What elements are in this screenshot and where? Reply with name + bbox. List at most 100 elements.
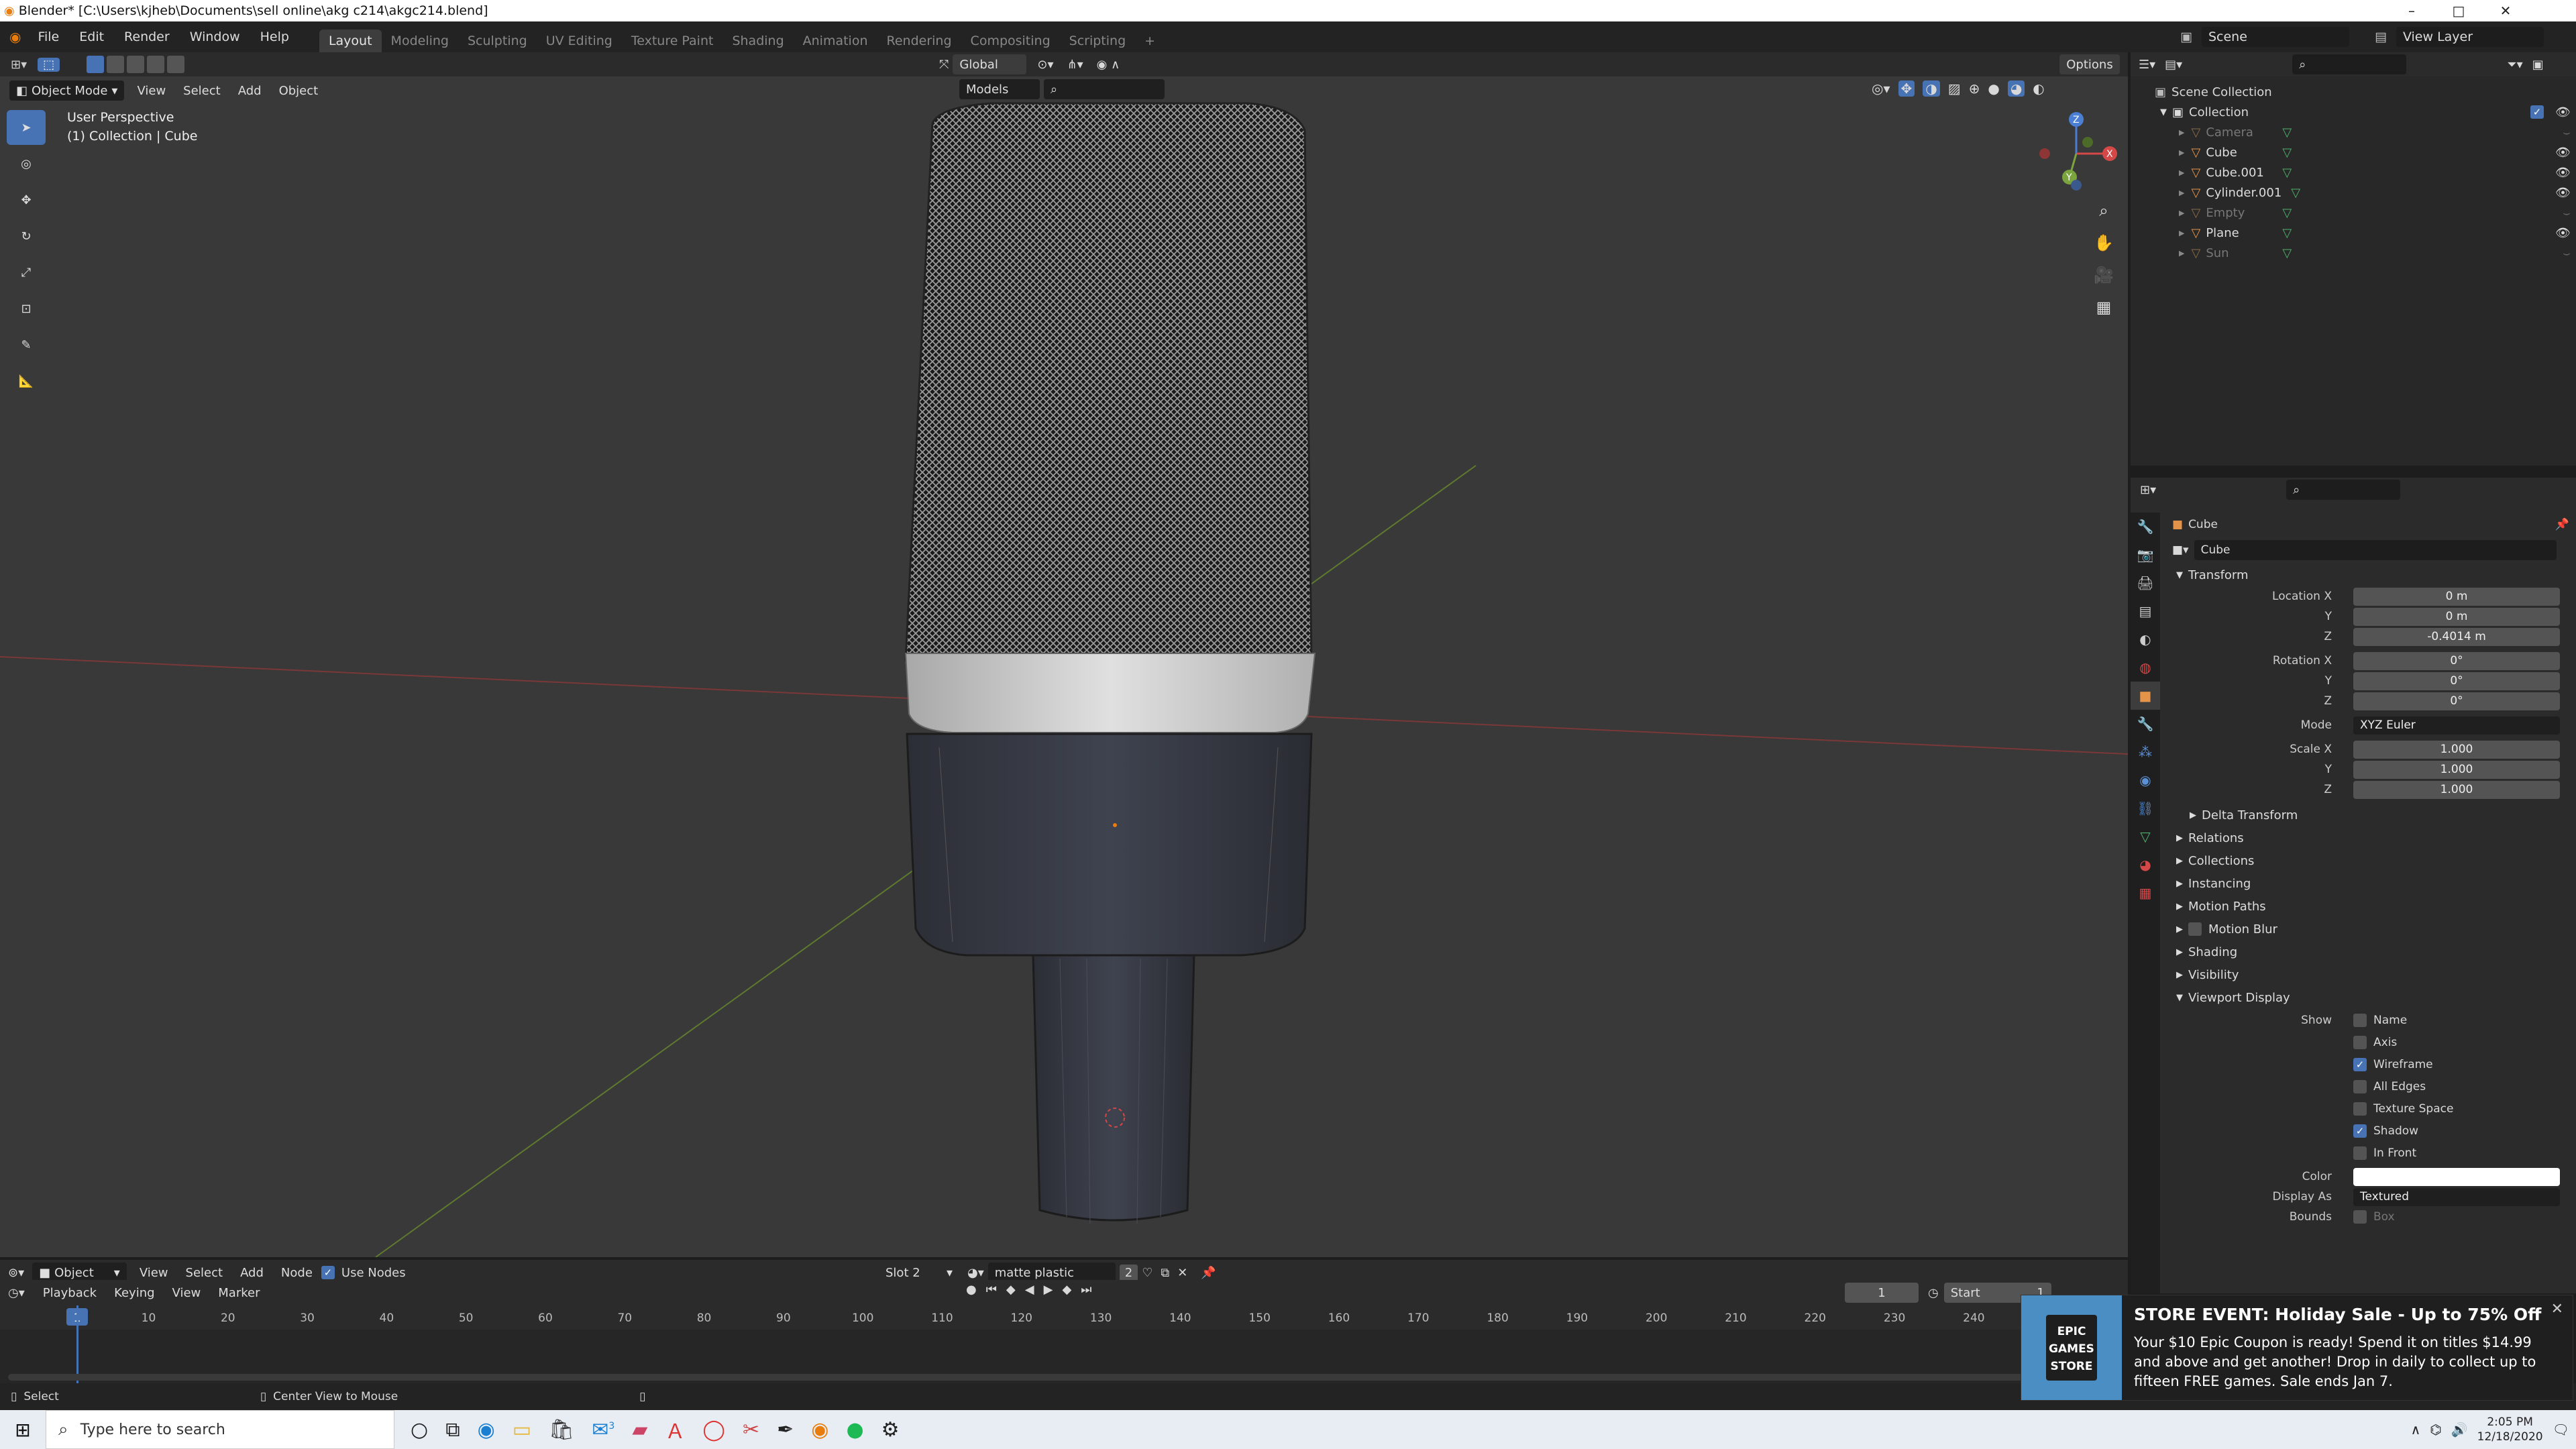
show-wireframe-checkbox[interactable]: ✓ [2353,1057,2367,1071]
paint-icon[interactable]: ▰ [632,1418,647,1442]
location-z-field[interactable]: -0.4014 m [2353,627,2560,646]
fake-user-icon[interactable]: ♡ [1142,1266,1152,1280]
clock-icon[interactable]: ◷ [1928,1286,1939,1300]
close-button[interactable]: ✕ [2482,0,2529,21]
rotate-tool-icon[interactable]: ↻ [7,219,46,254]
outliner-item-camera[interactable]: ▶ ▽ Camera ▽ ⌣ [2131,122,2576,142]
shader-menu-add[interactable]: Add [231,1266,272,1280]
store-icon[interactable]: 🛍 [549,1418,574,1442]
duplicate-material-icon[interactable]: ⧉ [1161,1266,1169,1280]
panel-visibility[interactable]: ▶ Visibility [2165,963,2573,986]
viewport-search-field[interactable]: ⌕ [1044,79,1165,99]
proportional-edit-icon[interactable]: ◉ ∧ [1097,58,1120,72]
selection-mode-buttons[interactable] [87,56,185,73]
select-subtract-icon[interactable] [127,56,145,73]
timeline-menu-view[interactable]: View [164,1286,210,1300]
models-dropdown[interactable]: Models [959,79,1040,99]
show-shadow-checkbox[interactable]: ✓ [2353,1124,2367,1138]
opera-icon[interactable]: ◯ [702,1418,725,1442]
start-button-icon[interactable]: ⊞ [0,1410,46,1449]
maximize-button[interactable]: □ [2435,0,2482,21]
select-intersect-icon[interactable] [167,56,185,73]
cortana-icon[interactable]: ○ [411,1418,428,1442]
object-name-field[interactable]: Cube [2194,540,2557,560]
location-y-field[interactable]: 0 m [2353,607,2560,626]
outliner-item-plane[interactable]: ▶ ▽ Plane ▽ 👁 [2131,223,2576,243]
output-tab-icon[interactable]: 🖨 [2131,569,2160,597]
show-in-front-checkbox[interactable] [2353,1146,2367,1160]
auto-keying-icon[interactable]: ● [966,1283,977,1297]
object-tab-icon[interactable]: ■ [2131,682,2160,710]
shader-editor-icon[interactable]: ⊚▾ [0,1266,32,1280]
show-all-edges-checkbox[interactable] [2353,1079,2367,1093]
select-box-tool-icon[interactable]: ⬚ [38,57,60,72]
outliner-item-empty[interactable]: ▶ ▽ Empty ▽ ⌣ [2131,203,2576,223]
show-name-checkbox[interactable] [2353,1013,2367,1027]
properties-search-field[interactable]: ⌕ [2286,480,2401,500]
eye-closed-icon[interactable]: ⌣ [2563,246,2571,260]
measure-tool-icon[interactable]: 📐 [7,364,46,398]
outliner-item-sun[interactable]: ▶ ▽ Sun ▽ ⌣ [2131,243,2576,263]
visibility-icon[interactable]: ◎▾ [1872,80,1890,97]
collapse-arrow-icon[interactable]: ▶ [2179,189,2184,197]
clock[interactable]: 2:05 PM 12/18/2020 [2477,1415,2543,1444]
scene-selector[interactable]: ▣ Scene [2180,27,2353,47]
tray-overflow-icon[interactable]: ∧ [2411,1421,2421,1438]
mode-dropdown[interactable]: ◧ Object Mode ▾ [9,80,125,101]
pen-app-icon[interactable]: ✒ [777,1418,794,1442]
viewport-menu-add[interactable]: Add [229,84,270,98]
pin-icon[interactable]: 📌 [1201,1266,1216,1280]
tab-sculpting[interactable]: Sculpting [458,30,537,52]
pan-hand-icon[interactable]: ✋ [2088,227,2120,259]
material-icon[interactable]: ◕▾ [967,1266,984,1280]
panel-collections[interactable]: ▶ Collections [2165,849,2573,872]
collapse-arrow-icon[interactable]: ▶ [2179,128,2184,137]
shader-menu-view[interactable]: View [131,1266,177,1280]
data-tab-icon[interactable]: ▽ [2131,822,2160,851]
tab-rendering[interactable]: Rendering [877,30,961,52]
view-layer-tab-icon[interactable]: ▤ [2131,597,2160,625]
view-layer-selector[interactable]: ▤ View Layer [2375,27,2548,47]
tab-texture-paint[interactable]: Texture Paint [622,30,723,52]
outliner-search-field[interactable]: ⌕ [2292,54,2407,74]
display-as-dropdown[interactable]: Textured [2353,1187,2560,1206]
tab-compositing[interactable]: Compositing [961,30,1060,52]
object-type-icon[interactable]: ■▾ [2172,543,2189,557]
unlink-material-icon[interactable]: ✕ [1177,1266,1187,1280]
volume-icon[interactable]: 🔊 [2451,1421,2468,1438]
timeline-scrollbar[interactable] [8,1374,2047,1381]
outliner-item-cylinder-001[interactable]: ▶ ▽ Cylinder.001 ▽ 👁 [2131,182,2576,203]
annotate-tool-icon[interactable]: ✎ [7,327,46,362]
select-invert-icon[interactable] [147,56,165,73]
microphone-handle[interactable] [1032,954,1195,1224]
select-extend-icon[interactable] [107,56,125,73]
menu-window[interactable]: Window [180,30,250,44]
scale-x-field[interactable]: 1.000 [2353,740,2560,759]
world-tab-icon[interactable]: ◍ [2131,653,2160,682]
navigation-gizmo[interactable]: Z X Y [2033,110,2120,197]
blender-taskbar-icon[interactable]: ◉ [811,1418,828,1442]
transform-panel-header[interactable]: ▼ Transform [2165,564,2573,586]
tab-layout[interactable]: Layout [319,30,382,52]
filter-icon[interactable]: ⏷▾ [2507,58,2522,72]
rotation-z-field[interactable]: 0° [2353,692,2560,710]
outliner-editor-icon[interactable]: ☰▾ [2139,58,2155,72]
eye-icon[interactable]: 👁 [2555,166,2571,180]
viewport-menu-view[interactable]: View [128,84,174,98]
solid-shading-icon[interactable]: ● [1988,80,1999,97]
spotify-icon[interactable]: ● [846,1418,863,1442]
timeline-menu-playback[interactable]: Playback [34,1286,105,1300]
texture-tab-icon[interactable]: ▦ [2131,879,2160,907]
viewport-menu-object[interactable]: Object [270,84,327,98]
snip-icon[interactable]: ✂ [743,1418,759,1442]
display-color-swatch[interactable] [2353,1167,2560,1186]
wireframe-shading-icon[interactable]: ⊕ [1969,80,1980,97]
delta-transform-header[interactable]: ▶ Delta Transform [2165,804,2573,826]
add-workspace-button[interactable]: + [1135,30,1165,52]
eye-closed-icon[interactable]: ⌣ [2563,206,2571,220]
rendered-shading-icon[interactable]: ◐ [2033,80,2044,97]
use-nodes-checkbox[interactable]: ✓ [321,1266,335,1279]
constraint-tab-icon[interactable]: ⛓ [2131,794,2160,822]
camera-view-icon[interactable]: 🎥 [2088,259,2120,291]
zoom-icon[interactable]: ⌕ [2088,195,2120,227]
